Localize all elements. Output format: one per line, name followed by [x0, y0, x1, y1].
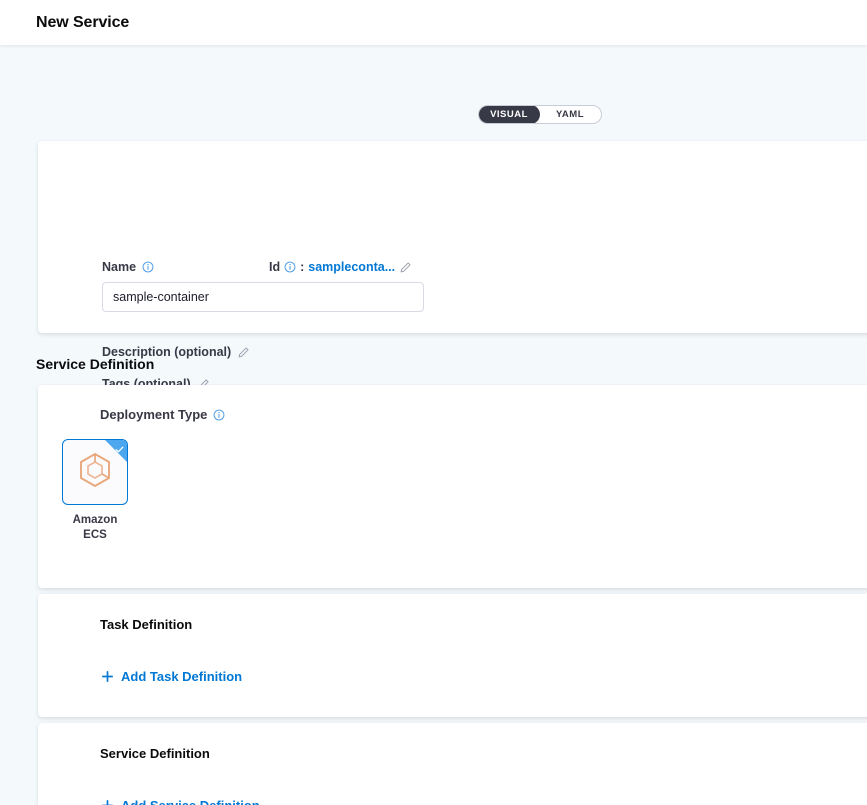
app-header: New Service — [0, 0, 867, 45]
service-definition-section-heading: Service Definition — [36, 356, 154, 372]
deployment-tile-label-line2: ECS — [62, 528, 128, 543]
deployment-tile-box[interactable] — [62, 439, 128, 505]
name-card: Name Id : sampleconta... — [38, 141, 867, 333]
toggle-option-yaml[interactable]: YAML — [539, 106, 601, 123]
deployment-type-tile-amazon-ecs[interactable]: Amazon ECS — [62, 439, 128, 543]
add-task-definition-button[interactable]: Add Task Definition — [101, 669, 242, 684]
name-label-row: Name — [102, 260, 154, 274]
plus-icon — [101, 799, 114, 805]
add-service-definition-button[interactable]: Add Service Definition — [101, 798, 260, 805]
toggle-option-visual[interactable]: VISUAL — [478, 105, 540, 124]
deployment-tile-label: Amazon ECS — [62, 513, 128, 543]
id-value[interactable]: sampleconta... — [308, 260, 395, 274]
pencil-icon[interactable] — [237, 346, 250, 359]
name-input[interactable] — [102, 282, 424, 312]
id-row: Id : sampleconta... — [269, 260, 412, 274]
service-definition-card: Service Definition Add Service Definitio… — [38, 723, 867, 805]
info-icon[interactable] — [142, 261, 154, 273]
page-title: New Service — [36, 14, 129, 32]
info-icon[interactable] — [284, 261, 296, 273]
id-separator: : — [300, 260, 304, 274]
visual-yaml-toggle[interactable]: VISUAL YAML — [478, 105, 602, 124]
deployment-type-label-row: Deployment Type — [100, 407, 225, 422]
page-body: VISUAL YAML Name Id : — [0, 45, 867, 805]
task-definition-card: Task Definition Add Task Definition — [38, 594, 867, 717]
pencil-icon[interactable] — [399, 261, 412, 274]
name-label: Name — [102, 260, 136, 274]
add-task-definition-label: Add Task Definition — [121, 669, 242, 684]
check-icon — [114, 442, 125, 453]
deployment-type-label: Deployment Type — [100, 407, 207, 422]
id-label: Id — [269, 260, 280, 274]
task-definition-heading: Task Definition — [100, 617, 192, 632]
deployment-type-card: Deployment Type — [38, 385, 867, 588]
add-service-definition-label: Add Service Definition — [121, 798, 260, 805]
info-icon[interactable] — [213, 409, 225, 421]
deployment-tile-label-line1: Amazon — [62, 513, 128, 528]
plus-icon — [101, 670, 114, 683]
service-definition-heading: Service Definition — [100, 746, 210, 761]
